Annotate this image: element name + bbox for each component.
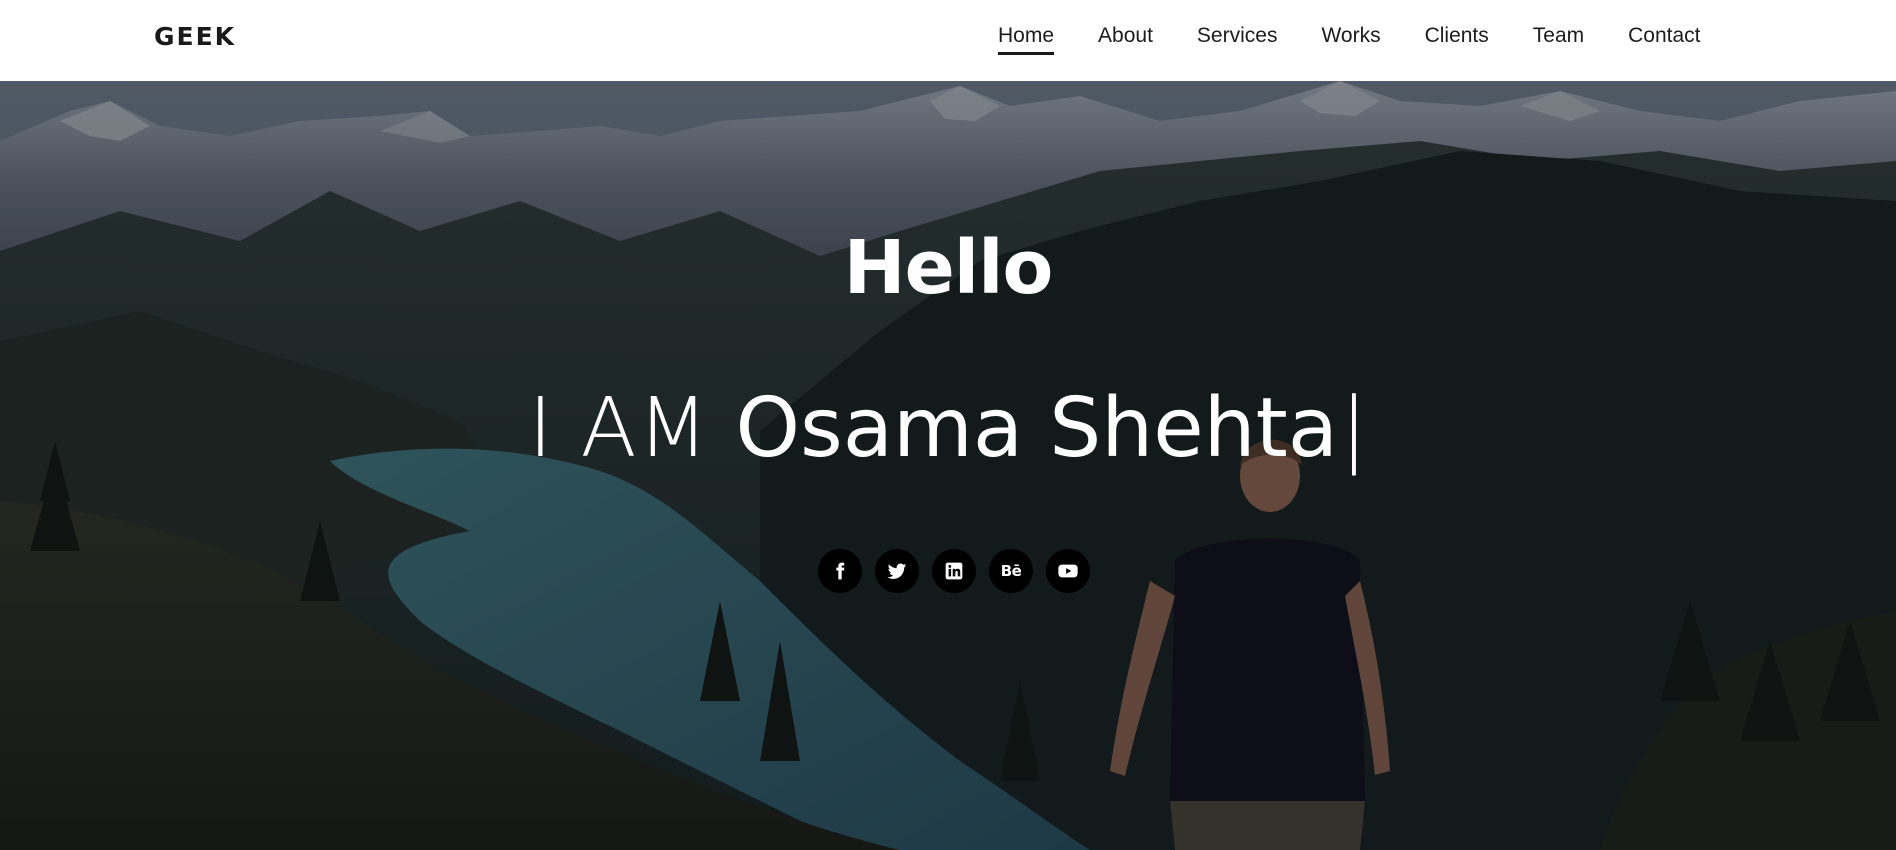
behance-glyph: Bē (1000, 562, 1022, 580)
hero-greeting: Hello (843, 225, 1054, 311)
behance-icon[interactable]: Bē (989, 549, 1033, 593)
nav-item-contact[interactable]: Contact (1628, 24, 1700, 54)
nav-item-services[interactable]: Services (1197, 24, 1278, 54)
facebook-icon[interactable] (818, 549, 862, 593)
main-nav: Home About Services Works Clients Team C… (998, 24, 1701, 55)
youtube-icon[interactable] (1046, 549, 1090, 593)
hero-name: Osama Shehta (735, 381, 1339, 476)
hero-title: I AM Osama Shehta| (0, 381, 1896, 476)
nav-item-about[interactable]: About (1098, 24, 1153, 54)
nav-item-home[interactable]: Home (998, 24, 1055, 55)
twitter-icon[interactable] (875, 549, 919, 593)
nav-item-works[interactable]: Works (1321, 24, 1380, 54)
navbar: GEEK Home About Services Works Clients T… (0, 0, 1896, 81)
typing-cursor: | (1340, 381, 1368, 476)
social-links: Bē (818, 549, 1090, 593)
linkedin-icon[interactable] (932, 549, 976, 593)
nav-item-clients[interactable]: Clients (1425, 24, 1489, 54)
hero-section: Hello I AM Osama Shehta| Bē (0, 81, 1896, 850)
hero-prefix: I AM (528, 381, 710, 476)
brand-logo[interactable]: GEEK (154, 22, 236, 51)
nav-item-team[interactable]: Team (1533, 24, 1584, 54)
